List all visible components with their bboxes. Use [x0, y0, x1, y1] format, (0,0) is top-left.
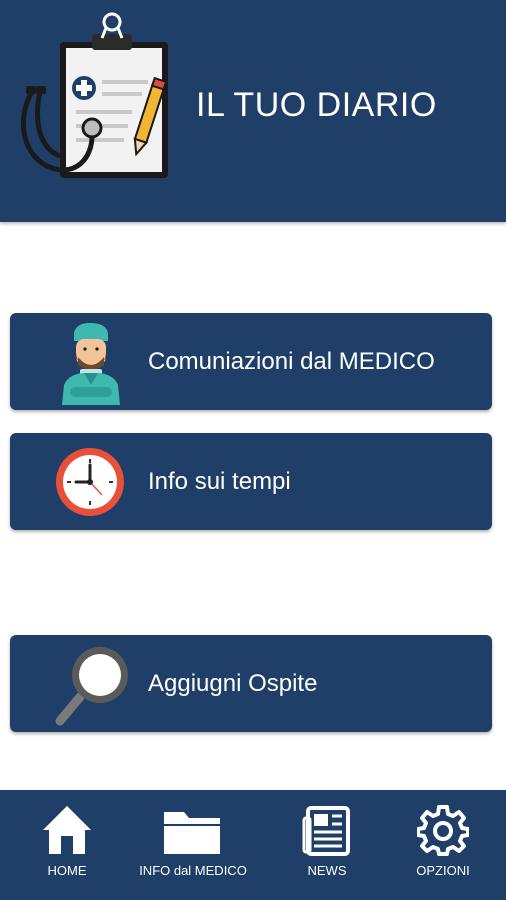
gear-icon [417, 805, 469, 856]
nav-home-label: HOME [47, 863, 87, 878]
nav-options[interactable]: OPZIONI [380, 790, 506, 900]
doctor-icon [62, 323, 120, 405]
nav-home[interactable]: HOME [4, 790, 130, 900]
add-guest-label: Aggiugni Ospite [148, 670, 318, 697]
page-title: IL TUO DIARIO [196, 86, 437, 124]
nav-news[interactable]: NEWS [264, 790, 390, 900]
nav-doctor-info[interactable]: INFO dal MEDICO [130, 790, 256, 900]
bottom-navigation: HOME INFO dal MEDICO NEWS OPZIONI [0, 790, 506, 900]
newspaper-icon [302, 806, 350, 856]
clipboard-stethoscope-icon [20, 12, 168, 178]
clock-icon [56, 448, 124, 516]
folder-icon [164, 812, 220, 854]
home-icon [43, 806, 91, 854]
doctor-communications-label: Comuniazioni dal MEDICO [148, 348, 435, 375]
nav-doctor-info-label: INFO dal MEDICO [139, 863, 247, 878]
doctor-communications-button[interactable]: Comuniazioni dal MEDICO [10, 313, 492, 410]
app-header: IL TUO DIARIO [0, 0, 506, 222]
magnifier-icon [55, 647, 128, 726]
time-info-button[interactable]: Info sui tempi [10, 433, 492, 530]
nav-options-label: OPZIONI [416, 863, 470, 878]
time-info-label: Info sui tempi [148, 468, 291, 495]
nav-news-label: NEWS [307, 863, 347, 878]
add-guest-button[interactable]: Aggiugni Ospite [10, 635, 492, 732]
